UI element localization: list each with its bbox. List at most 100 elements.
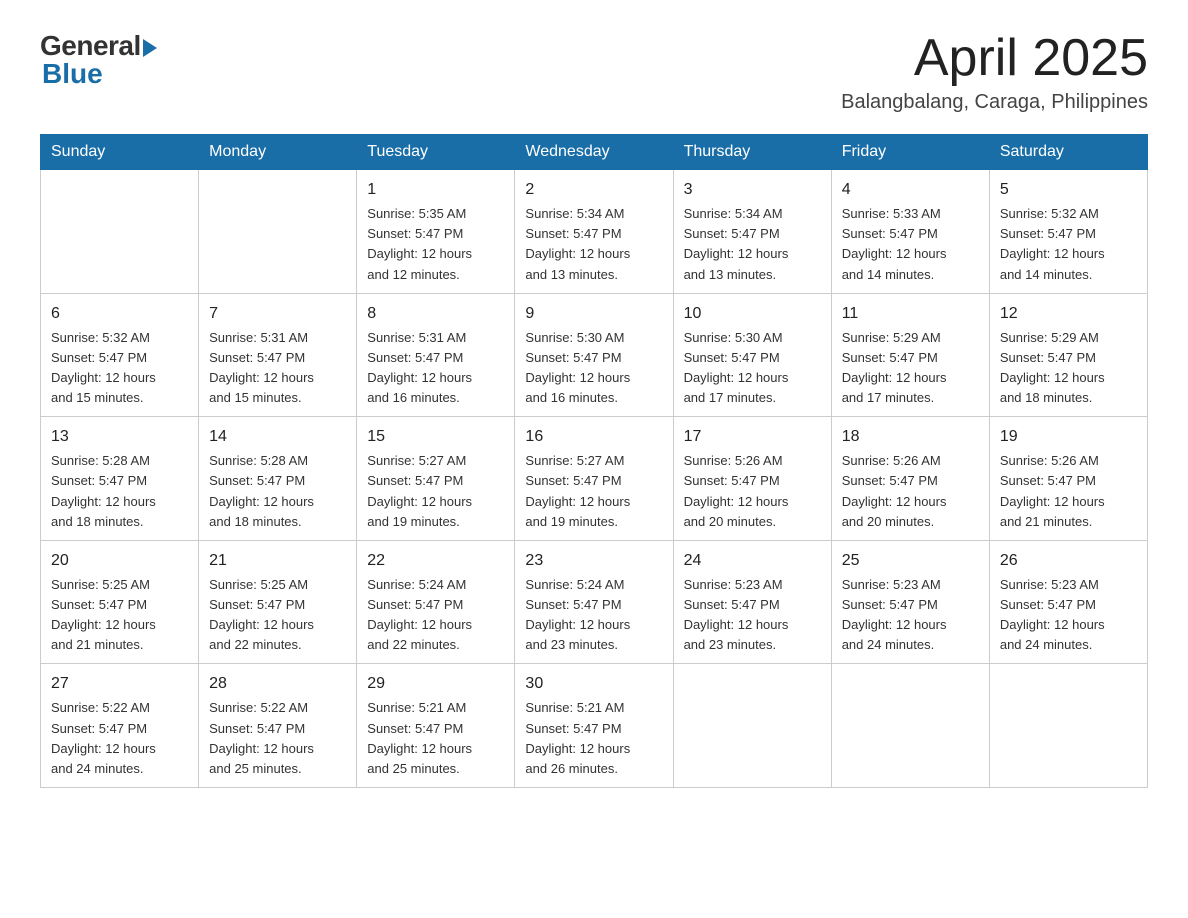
day-info: Sunrise: 5:34 AM Sunset: 5:47 PM Dayligh… <box>684 204 821 285</box>
day-info: Sunrise: 5:23 AM Sunset: 5:47 PM Dayligh… <box>842 575 979 656</box>
day-info: Sunrise: 5:31 AM Sunset: 5:47 PM Dayligh… <box>367 328 504 409</box>
calendar-cell: 17Sunrise: 5:26 AM Sunset: 5:47 PM Dayli… <box>673 417 831 541</box>
calendar-cell: 30Sunrise: 5:21 AM Sunset: 5:47 PM Dayli… <box>515 664 673 788</box>
calendar-location: Balangbalang, Caraga, Philippines <box>841 91 1148 114</box>
calendar-week-row: 6Sunrise: 5:32 AM Sunset: 5:47 PM Daylig… <box>41 293 1148 417</box>
day-number: 25 <box>842 549 979 573</box>
day-number: 8 <box>367 302 504 326</box>
calendar-cell: 2Sunrise: 5:34 AM Sunset: 5:47 PM Daylig… <box>515 170 673 294</box>
calendar-cell: 9Sunrise: 5:30 AM Sunset: 5:47 PM Daylig… <box>515 293 673 417</box>
day-number: 30 <box>525 672 662 696</box>
page-header: General Blue April 2025 Balangbalang, Ca… <box>40 30 1148 114</box>
day-info: Sunrise: 5:26 AM Sunset: 5:47 PM Dayligh… <box>1000 451 1137 532</box>
calendar-cell: 12Sunrise: 5:29 AM Sunset: 5:47 PM Dayli… <box>989 293 1147 417</box>
day-number: 26 <box>1000 549 1137 573</box>
day-number: 19 <box>1000 425 1137 449</box>
calendar-cell <box>199 170 357 294</box>
day-info: Sunrise: 5:25 AM Sunset: 5:47 PM Dayligh… <box>51 575 188 656</box>
calendar-cell: 27Sunrise: 5:22 AM Sunset: 5:47 PM Dayli… <box>41 664 199 788</box>
calendar-cell: 28Sunrise: 5:22 AM Sunset: 5:47 PM Dayli… <box>199 664 357 788</box>
day-info: Sunrise: 5:33 AM Sunset: 5:47 PM Dayligh… <box>842 204 979 285</box>
calendar-cell: 3Sunrise: 5:34 AM Sunset: 5:47 PM Daylig… <box>673 170 831 294</box>
day-info: Sunrise: 5:27 AM Sunset: 5:47 PM Dayligh… <box>367 451 504 532</box>
day-info: Sunrise: 5:28 AM Sunset: 5:47 PM Dayligh… <box>51 451 188 532</box>
title-section: April 2025 Balangbalang, Caraga, Philipp… <box>841 30 1148 114</box>
calendar-cell: 14Sunrise: 5:28 AM Sunset: 5:47 PM Dayli… <box>199 417 357 541</box>
calendar-cell: 8Sunrise: 5:31 AM Sunset: 5:47 PM Daylig… <box>357 293 515 417</box>
logo-arrow-icon <box>143 39 157 57</box>
calendar-cell: 20Sunrise: 5:25 AM Sunset: 5:47 PM Dayli… <box>41 540 199 664</box>
calendar-week-row: 13Sunrise: 5:28 AM Sunset: 5:47 PM Dayli… <box>41 417 1148 541</box>
day-info: Sunrise: 5:23 AM Sunset: 5:47 PM Dayligh… <box>684 575 821 656</box>
day-info: Sunrise: 5:29 AM Sunset: 5:47 PM Dayligh… <box>1000 328 1137 409</box>
day-number: 12 <box>1000 302 1137 326</box>
calendar-cell: 26Sunrise: 5:23 AM Sunset: 5:47 PM Dayli… <box>989 540 1147 664</box>
logo: General Blue <box>40 30 157 90</box>
day-number: 27 <box>51 672 188 696</box>
calendar-cell <box>831 664 989 788</box>
weekday-header-monday: Monday <box>199 135 357 170</box>
day-number: 29 <box>367 672 504 696</box>
day-info: Sunrise: 5:23 AM Sunset: 5:47 PM Dayligh… <box>1000 575 1137 656</box>
calendar-table: SundayMondayTuesdayWednesdayThursdayFrid… <box>40 134 1148 788</box>
weekday-header-tuesday: Tuesday <box>357 135 515 170</box>
calendar-cell: 29Sunrise: 5:21 AM Sunset: 5:47 PM Dayli… <box>357 664 515 788</box>
calendar-title: April 2025 <box>841 30 1148 87</box>
day-info: Sunrise: 5:34 AM Sunset: 5:47 PM Dayligh… <box>525 204 662 285</box>
day-number: 20 <box>51 549 188 573</box>
day-info: Sunrise: 5:28 AM Sunset: 5:47 PM Dayligh… <box>209 451 346 532</box>
day-number: 13 <box>51 425 188 449</box>
day-number: 10 <box>684 302 821 326</box>
day-info: Sunrise: 5:21 AM Sunset: 5:47 PM Dayligh… <box>367 698 504 779</box>
calendar-cell <box>989 664 1147 788</box>
day-number: 2 <box>525 178 662 202</box>
day-info: Sunrise: 5:30 AM Sunset: 5:47 PM Dayligh… <box>525 328 662 409</box>
calendar-cell: 11Sunrise: 5:29 AM Sunset: 5:47 PM Dayli… <box>831 293 989 417</box>
day-number: 6 <box>51 302 188 326</box>
day-info: Sunrise: 5:27 AM Sunset: 5:47 PM Dayligh… <box>525 451 662 532</box>
day-number: 7 <box>209 302 346 326</box>
weekday-header-friday: Friday <box>831 135 989 170</box>
day-number: 17 <box>684 425 821 449</box>
calendar-cell: 4Sunrise: 5:33 AM Sunset: 5:47 PM Daylig… <box>831 170 989 294</box>
day-number: 22 <box>367 549 504 573</box>
calendar-cell: 7Sunrise: 5:31 AM Sunset: 5:47 PM Daylig… <box>199 293 357 417</box>
calendar-cell: 21Sunrise: 5:25 AM Sunset: 5:47 PM Dayli… <box>199 540 357 664</box>
day-number: 3 <box>684 178 821 202</box>
day-info: Sunrise: 5:29 AM Sunset: 5:47 PM Dayligh… <box>842 328 979 409</box>
day-number: 14 <box>209 425 346 449</box>
calendar-cell: 24Sunrise: 5:23 AM Sunset: 5:47 PM Dayli… <box>673 540 831 664</box>
calendar-cell: 19Sunrise: 5:26 AM Sunset: 5:47 PM Dayli… <box>989 417 1147 541</box>
day-info: Sunrise: 5:32 AM Sunset: 5:47 PM Dayligh… <box>51 328 188 409</box>
day-number: 24 <box>684 549 821 573</box>
calendar-cell: 22Sunrise: 5:24 AM Sunset: 5:47 PM Dayli… <box>357 540 515 664</box>
weekday-header-row: SundayMondayTuesdayWednesdayThursdayFrid… <box>41 135 1148 170</box>
day-number: 5 <box>1000 178 1137 202</box>
calendar-cell <box>673 664 831 788</box>
calendar-cell: 15Sunrise: 5:27 AM Sunset: 5:47 PM Dayli… <box>357 417 515 541</box>
logo-blue-text: Blue <box>42 58 103 90</box>
calendar-cell: 23Sunrise: 5:24 AM Sunset: 5:47 PM Dayli… <box>515 540 673 664</box>
day-info: Sunrise: 5:31 AM Sunset: 5:47 PM Dayligh… <box>209 328 346 409</box>
calendar-cell: 5Sunrise: 5:32 AM Sunset: 5:47 PM Daylig… <box>989 170 1147 294</box>
day-info: Sunrise: 5:35 AM Sunset: 5:47 PM Dayligh… <box>367 204 504 285</box>
day-number: 4 <box>842 178 979 202</box>
calendar-week-row: 27Sunrise: 5:22 AM Sunset: 5:47 PM Dayli… <box>41 664 1148 788</box>
day-info: Sunrise: 5:32 AM Sunset: 5:47 PM Dayligh… <box>1000 204 1137 285</box>
day-number: 18 <box>842 425 979 449</box>
day-info: Sunrise: 5:24 AM Sunset: 5:47 PM Dayligh… <box>525 575 662 656</box>
day-number: 1 <box>367 178 504 202</box>
weekday-header-thursday: Thursday <box>673 135 831 170</box>
day-info: Sunrise: 5:26 AM Sunset: 5:47 PM Dayligh… <box>842 451 979 532</box>
day-info: Sunrise: 5:24 AM Sunset: 5:47 PM Dayligh… <box>367 575 504 656</box>
calendar-week-row: 20Sunrise: 5:25 AM Sunset: 5:47 PM Dayli… <box>41 540 1148 664</box>
calendar-cell: 16Sunrise: 5:27 AM Sunset: 5:47 PM Dayli… <box>515 417 673 541</box>
calendar-cell: 13Sunrise: 5:28 AM Sunset: 5:47 PM Dayli… <box>41 417 199 541</box>
calendar-cell: 18Sunrise: 5:26 AM Sunset: 5:47 PM Dayli… <box>831 417 989 541</box>
calendar-week-row: 1Sunrise: 5:35 AM Sunset: 5:47 PM Daylig… <box>41 170 1148 294</box>
calendar-cell: 1Sunrise: 5:35 AM Sunset: 5:47 PM Daylig… <box>357 170 515 294</box>
day-number: 21 <box>209 549 346 573</box>
day-info: Sunrise: 5:22 AM Sunset: 5:47 PM Dayligh… <box>51 698 188 779</box>
day-number: 16 <box>525 425 662 449</box>
day-info: Sunrise: 5:25 AM Sunset: 5:47 PM Dayligh… <box>209 575 346 656</box>
